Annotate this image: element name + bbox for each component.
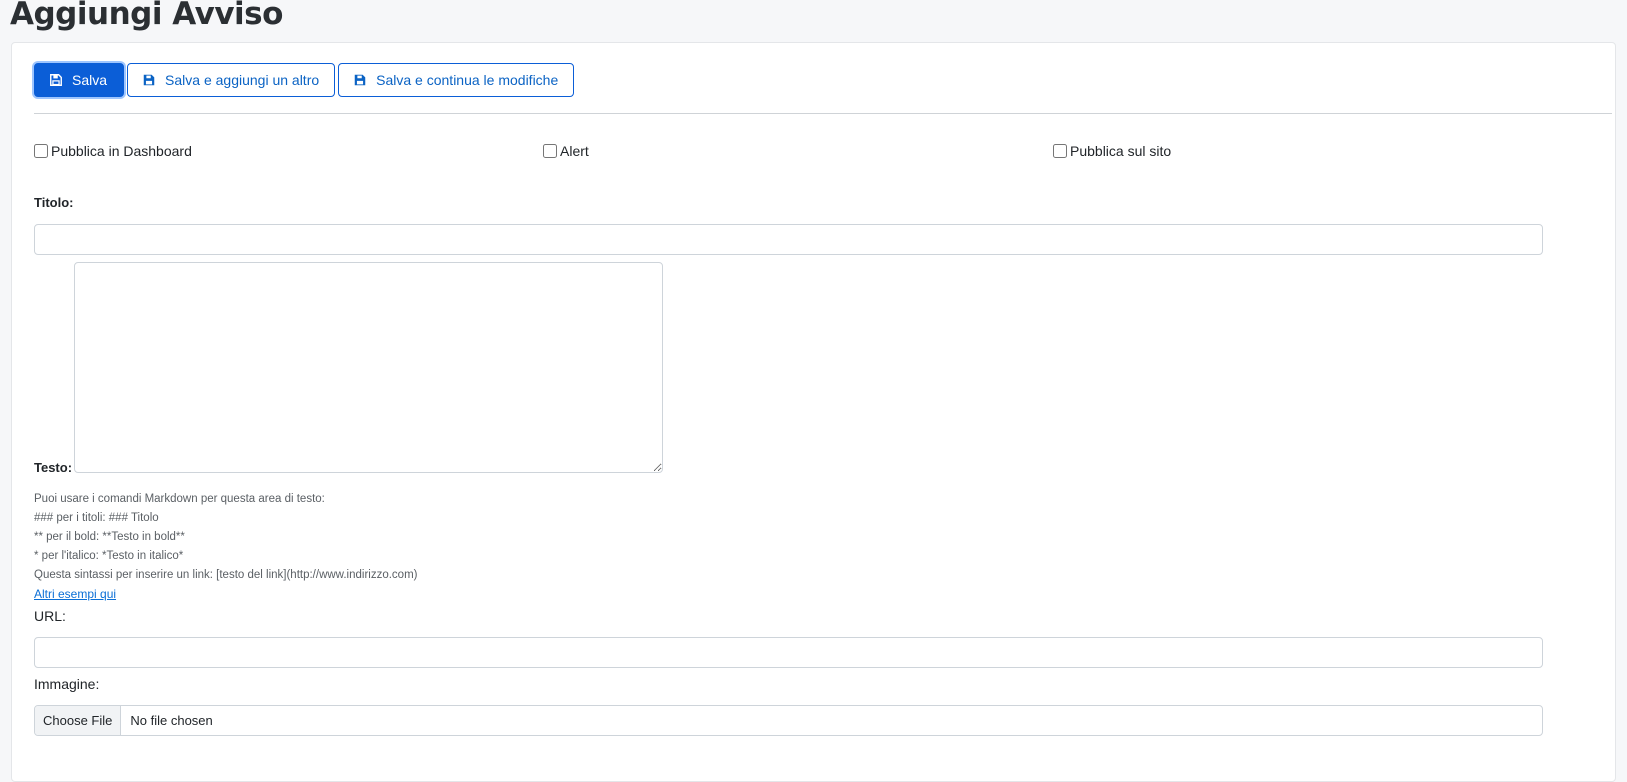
- help-line: ### per i titoli: ### Titolo: [34, 512, 159, 524]
- alert-label: Alert: [560, 143, 589, 159]
- save-and-continue-button[interactable]: Salva e continua le modifiche: [338, 63, 575, 97]
- testo-label: Testo:: [34, 460, 73, 475]
- help-line: Questa sintassi per inserire un link: [t…: [34, 569, 418, 581]
- publish-dashboard-option[interactable]: Pubblica in Dashboard: [34, 143, 192, 159]
- publish-dashboard-checkbox[interactable]: [34, 144, 48, 158]
- toolbar: Salva Salva e aggiungi un altro Salva e …: [34, 63, 575, 97]
- save-and-continue-button-label: Salva e continua le modifiche: [376, 72, 559, 88]
- titolo-input[interactable]: [34, 224, 1543, 255]
- more-examples-link[interactable]: Altri esempi qui: [34, 587, 116, 601]
- url-label: URL:: [34, 608, 66, 624]
- help-line: Puoi usare i comandi Markdown per questa…: [34, 493, 325, 505]
- help-line: ** per il bold: **Testo in bold**: [34, 531, 185, 543]
- immagine-label: Immagine:: [34, 676, 100, 692]
- floppy-disk-icon: [353, 73, 367, 87]
- form-card: Salva Salva e aggiungi un altro Salva e …: [11, 42, 1616, 782]
- help-line: * per l'italico: *Testo in italico*: [34, 550, 184, 562]
- image-file-input[interactable]: Choose File No file chosen: [34, 705, 1543, 736]
- page-title: Aggiungi Avviso: [10, 0, 283, 32]
- titolo-label: Titolo:: [34, 195, 74, 210]
- markdown-help: Puoi usare i comandi Markdown per questa…: [34, 490, 417, 605]
- floppy-disk-icon: [49, 73, 63, 87]
- publish-site-label: Pubblica sul sito: [1070, 143, 1172, 159]
- url-input[interactable]: [34, 637, 1543, 668]
- choose-file-button[interactable]: Choose File: [35, 706, 122, 735]
- publish-site-option[interactable]: Pubblica sul sito: [1053, 143, 1171, 159]
- testo-textarea[interactable]: [74, 262, 663, 473]
- save-button[interactable]: Salva: [34, 63, 125, 97]
- toolbar-divider: [34, 113, 1612, 114]
- file-status: No file chosen: [130, 713, 213, 728]
- publish-site-checkbox[interactable]: [1053, 144, 1067, 158]
- alert-checkbox[interactable]: [543, 144, 557, 158]
- save-button-label: Salva: [72, 72, 108, 88]
- floppy-disk-icon: [142, 73, 156, 87]
- save-and-add-button[interactable]: Salva e aggiungi un altro: [127, 63, 336, 97]
- publish-dashboard-label: Pubblica in Dashboard: [51, 143, 192, 159]
- save-and-add-button-label: Salva e aggiungi un altro: [165, 72, 320, 88]
- alert-option[interactable]: Alert: [543, 143, 589, 159]
